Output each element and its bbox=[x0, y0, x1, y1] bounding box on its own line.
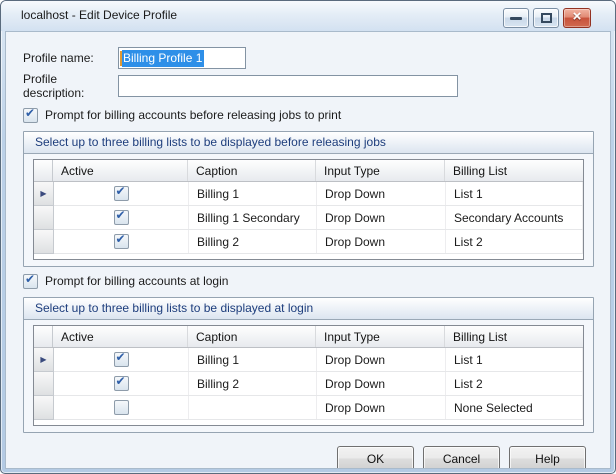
caption-cell[interactable]: Billing 2 bbox=[189, 230, 317, 253]
prompt-release-label: Prompt for billing accounts before relea… bbox=[45, 108, 341, 122]
caption-cell[interactable]: Billing 1 bbox=[189, 348, 317, 371]
table-row: Billing 2 Drop Down List 2 bbox=[34, 372, 583, 396]
active-checkbox[interactable] bbox=[114, 400, 129, 415]
column-header-billing-list[interactable]: Billing List bbox=[445, 160, 583, 181]
input-type-cell[interactable]: Drop Down bbox=[317, 396, 446, 419]
login-group-header: Select up to three billing lists to be d… bbox=[24, 298, 593, 320]
dialog-body: Profile name: Billing Profile 1 Profile … bbox=[5, 31, 611, 469]
release-billing-table: Active Caption Input Type Billing List B… bbox=[33, 159, 584, 260]
active-checkbox[interactable] bbox=[114, 186, 129, 201]
maximize-icon bbox=[541, 13, 552, 23]
column-header-active[interactable]: Active bbox=[53, 326, 188, 347]
table-row: Billing 2 Drop Down List 2 bbox=[34, 230, 583, 254]
input-type-cell[interactable]: Drop Down bbox=[317, 182, 446, 205]
profile-name-label: Profile name: bbox=[23, 51, 118, 65]
titlebar: localhost - Edit Device Profile bbox=[1, 1, 615, 31]
active-cell[interactable] bbox=[54, 182, 189, 205]
input-type-cell[interactable]: Drop Down bbox=[317, 206, 446, 229]
row-selector-cell[interactable] bbox=[34, 182, 54, 206]
profile-description-input[interactable] bbox=[118, 75, 458, 97]
table-row: Billing 1 Drop Down List 1 bbox=[34, 182, 583, 206]
window-title: localhost - Edit Device Profile bbox=[21, 1, 177, 30]
table-row: Drop Down None Selected bbox=[34, 396, 583, 420]
table-header-row: Active Caption Input Type Billing List bbox=[34, 326, 583, 348]
row-selector-cell[interactable] bbox=[34, 396, 54, 420]
active-checkbox[interactable] bbox=[114, 210, 129, 225]
table-row: Billing 1 Drop Down List 1 bbox=[34, 348, 583, 372]
prompt-login-row: Prompt for billing accounts at login bbox=[23, 274, 594, 288]
maximize-button[interactable] bbox=[533, 8, 559, 28]
active-cell[interactable] bbox=[54, 372, 189, 395]
column-header-input-type[interactable]: Input Type bbox=[316, 160, 445, 181]
column-header-selector bbox=[34, 160, 53, 181]
billing-list-cell[interactable]: List 2 bbox=[446, 372, 583, 395]
column-header-caption[interactable]: Caption bbox=[188, 326, 316, 347]
table-filler bbox=[34, 420, 583, 425]
row-selector-cell[interactable] bbox=[34, 206, 54, 230]
billing-list-cell[interactable]: List 1 bbox=[446, 348, 583, 371]
input-type-cell[interactable]: Drop Down bbox=[317, 372, 446, 395]
caption-cell[interactable] bbox=[189, 396, 317, 419]
ok-button[interactable]: OK bbox=[337, 446, 414, 469]
active-cell[interactable] bbox=[54, 230, 189, 253]
column-header-input-type[interactable]: Input Type bbox=[316, 326, 445, 347]
profile-description-label: Profile description: bbox=[23, 72, 118, 100]
prompt-login-label: Prompt for billing accounts at login bbox=[45, 274, 228, 288]
row-selector-cell[interactable] bbox=[34, 230, 54, 254]
table-row: Billing 1 Secondary Drop Down Secondary … bbox=[34, 206, 583, 230]
prompt-release-row: Prompt for billing accounts before relea… bbox=[23, 108, 594, 122]
caption-cell[interactable]: Billing 2 bbox=[189, 372, 317, 395]
column-header-billing-list[interactable]: Billing List bbox=[445, 326, 583, 347]
profile-name-input[interactable]: Billing Profile 1 bbox=[118, 47, 246, 69]
active-checkbox[interactable] bbox=[114, 234, 129, 249]
input-type-cell[interactable]: Drop Down bbox=[317, 230, 446, 253]
active-checkbox[interactable] bbox=[114, 352, 129, 367]
minimize-button[interactable] bbox=[503, 8, 529, 28]
window-controls bbox=[503, 8, 591, 28]
row-selector-cell[interactable] bbox=[34, 372, 54, 396]
billing-list-cell[interactable]: Secondary Accounts bbox=[446, 206, 583, 229]
column-header-active[interactable]: Active bbox=[53, 160, 188, 181]
caption-cell[interactable]: Billing 1 Secondary bbox=[189, 206, 317, 229]
active-cell[interactable] bbox=[54, 348, 189, 371]
row-selector-cell[interactable] bbox=[34, 348, 54, 372]
active-cell[interactable] bbox=[54, 396, 189, 419]
active-checkbox[interactable] bbox=[114, 376, 129, 391]
table-filler bbox=[34, 254, 583, 259]
billing-list-cell[interactable]: List 1 bbox=[446, 182, 583, 205]
billing-list-cell[interactable]: None Selected bbox=[446, 396, 583, 419]
column-header-selector bbox=[34, 326, 53, 347]
active-cell[interactable] bbox=[54, 206, 189, 229]
profile-name-row: Profile name: Billing Profile 1 bbox=[23, 47, 594, 69]
caption-cell[interactable]: Billing 1 bbox=[189, 182, 317, 205]
dialog-window: localhost - Edit Device Profile Profile … bbox=[0, 0, 616, 474]
table-header-row: Active Caption Input Type Billing List bbox=[34, 160, 583, 182]
prompt-release-checkbox[interactable] bbox=[23, 108, 38, 123]
column-header-caption[interactable]: Caption bbox=[188, 160, 316, 181]
profile-description-row: Profile description: bbox=[23, 75, 594, 97]
billing-list-cell[interactable]: List 2 bbox=[446, 230, 583, 253]
login-billing-lists-group: Select up to three billing lists to be d… bbox=[23, 297, 594, 433]
prompt-login-checkbox[interactable] bbox=[23, 274, 38, 289]
profile-name-selected-text: Billing Profile 1 bbox=[122, 50, 204, 67]
close-button[interactable] bbox=[563, 8, 591, 28]
release-group-header: Select up to three billing lists to be d… bbox=[24, 132, 593, 154]
dialog-buttons: OK Cancel Help bbox=[23, 446, 594, 469]
input-type-cell[interactable]: Drop Down bbox=[317, 348, 446, 371]
cancel-button[interactable]: Cancel bbox=[423, 446, 500, 469]
help-button[interactable]: Help bbox=[509, 446, 586, 469]
login-billing-table: Active Caption Input Type Billing List B… bbox=[33, 325, 584, 426]
minimize-icon bbox=[510, 17, 522, 20]
release-billing-lists-group: Select up to three billing lists to be d… bbox=[23, 131, 594, 267]
